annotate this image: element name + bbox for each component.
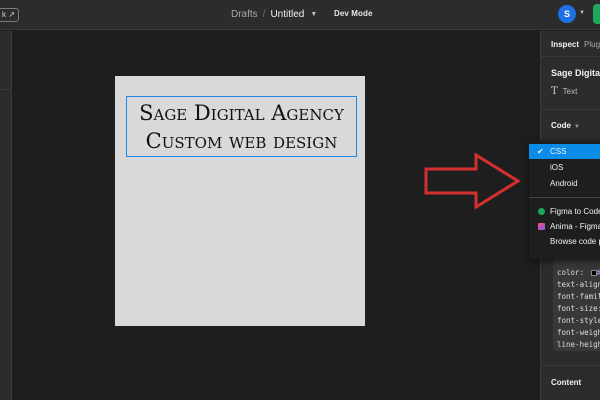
tab-plugins[interactable]: Plugins bbox=[584, 40, 600, 49]
layer-type: T Text bbox=[551, 86, 577, 97]
panel-tabs: Inspect Plugins bbox=[551, 40, 600, 49]
browse-code-plugins-link[interactable]: Browse code plugins bbox=[550, 237, 600, 246]
chevron-down-icon[interactable]: ▼ bbox=[574, 124, 580, 130]
code-language-dropdown: ✔ CSS iOS Android Figma to Code Anima - … bbox=[529, 141, 600, 259]
layer-type-label: Text bbox=[562, 87, 578, 96]
code-line: font-size: bbox=[557, 304, 600, 313]
panel-divider bbox=[541, 365, 600, 366]
dropdown-option-android[interactable]: Android bbox=[529, 176, 600, 191]
top-toolbar: k ↗ Drafts / Untitled ▼ Dev Mode S ▼ bbox=[0, 0, 600, 30]
breadcrumb-separator: / bbox=[262, 9, 266, 20]
dropdown-option-css[interactable]: ✔ CSS bbox=[529, 144, 600, 159]
text-line-1: Sage Digital Agency bbox=[139, 100, 344, 125]
code-line: font-family: bbox=[557, 292, 600, 301]
file-title[interactable]: Untitled bbox=[270, 9, 304, 20]
code-section-label: Code bbox=[551, 121, 571, 130]
code-line-color: color: # bbox=[557, 268, 600, 277]
panel-divider bbox=[541, 109, 600, 110]
avatar[interactable]: S bbox=[558, 5, 576, 23]
chevron-down-icon[interactable]: ▼ bbox=[579, 10, 585, 16]
tab-inspect[interactable]: Inspect bbox=[551, 40, 579, 49]
code-line: text-align: bbox=[557, 280, 600, 289]
checkmark-icon: ✔ bbox=[537, 147, 544, 156]
plugin-icon bbox=[538, 208, 545, 215]
layers-panel bbox=[0, 31, 12, 400]
dropdown-plugin-figma-to-code[interactable]: Figma to Code bbox=[529, 204, 600, 219]
breadcrumb: Drafts / Untitled ▼ bbox=[231, 8, 317, 22]
dropdown-plugin-anima[interactable]: Anima - Figma to Code bbox=[529, 219, 600, 234]
dropdown-option-ios[interactable]: iOS bbox=[529, 160, 600, 175]
text-type-icon: T bbox=[551, 86, 558, 97]
text-line-2: Custom web design bbox=[145, 128, 338, 153]
code-language-selector[interactable]: Code ▼ bbox=[551, 121, 580, 130]
code-line: font-weight: bbox=[557, 328, 600, 337]
layer-name: Sage Digital Agency bbox=[551, 68, 600, 78]
open-external-link[interactable]: k ↗ bbox=[0, 8, 19, 22]
chevron-down-icon[interactable]: ▼ bbox=[310, 11, 317, 18]
code-line: line-height: bbox=[557, 340, 600, 349]
plugin-icon bbox=[538, 223, 545, 230]
red-arrow-icon bbox=[424, 153, 521, 209]
content-section-label: Content bbox=[551, 378, 582, 387]
breadcrumb-drafts[interactable]: Drafts bbox=[231, 9, 258, 20]
canvas-frame[interactable]: Sage Digital Agency Custom web design bbox=[115, 76, 365, 326]
dev-mode-label[interactable]: Dev Mode bbox=[334, 9, 373, 18]
panel-divider bbox=[0, 89, 12, 90]
code-line: font-style: bbox=[557, 316, 600, 325]
selected-text-layer[interactable]: Sage Digital Agency Custom web design bbox=[126, 96, 357, 157]
share-button[interactable] bbox=[593, 4, 600, 24]
panel-divider bbox=[541, 56, 600, 57]
dropdown-separator bbox=[529, 197, 600, 198]
